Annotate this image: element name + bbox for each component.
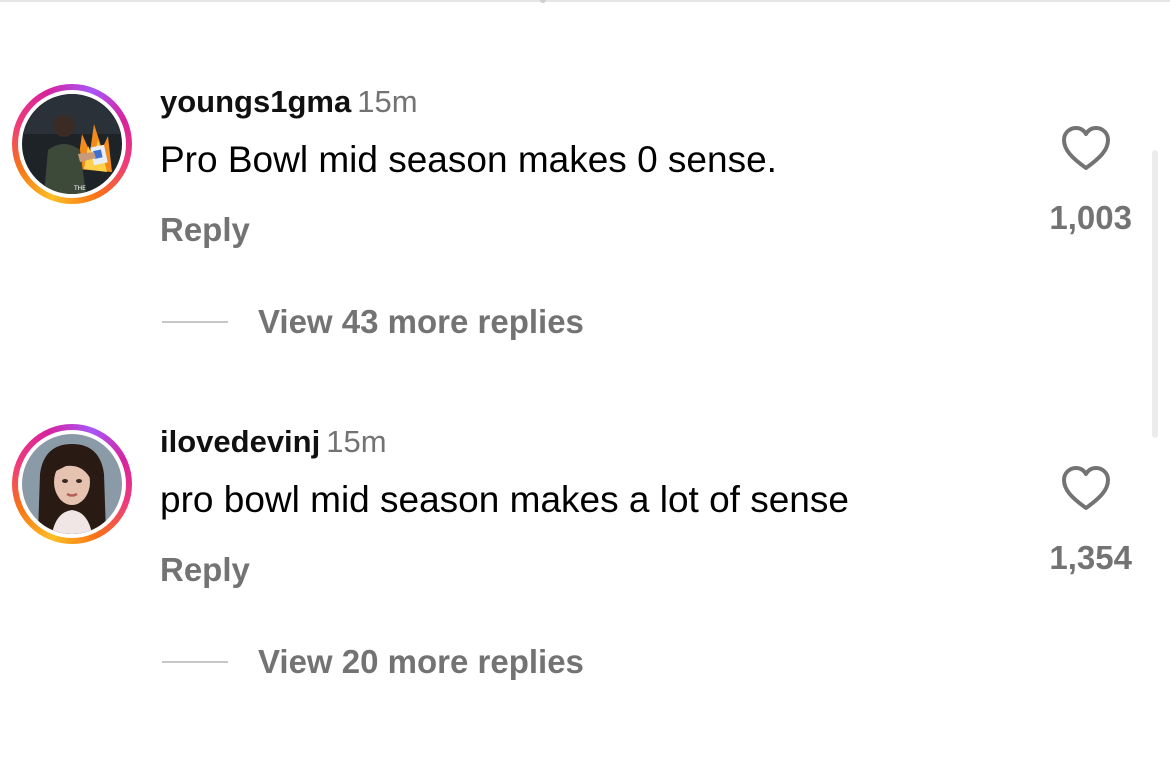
view-more-replies-button[interactable]: View 43 more replies (162, 300, 584, 344)
comment-text: Pro Bowl mid season makes 0 sense. (160, 139, 777, 180)
avatar-image-icon (22, 434, 122, 534)
reply-button[interactable]: Reply (160, 548, 250, 592)
story-ring[interactable]: THE (12, 84, 132, 204)
avatar[interactable] (22, 434, 122, 534)
comment-item: ilovedevinj 15m pro bowl mid season makes… (0, 340, 1170, 680)
like-count: 1,003 (1049, 199, 1132, 236)
username[interactable]: ilovedevinj (160, 424, 320, 459)
avatar[interactable]: THE (22, 94, 122, 194)
timestamp: 15m (326, 424, 387, 459)
comment-item: THE youngs1gma 15m Pro Bowl mid season ma… (0, 0, 1170, 340)
view-more-replies-label: View 20 more replies (258, 643, 584, 680)
like-count: 1,354 (1049, 539, 1132, 576)
avatar-image-icon: THE (22, 94, 122, 194)
thread-line (162, 661, 228, 663)
story-ring[interactable] (12, 424, 132, 544)
comment-text: pro bowl mid season makes a lot of sense (160, 479, 849, 520)
view-more-replies-label: View 43 more replies (258, 303, 584, 340)
reply-button[interactable]: Reply (160, 208, 250, 252)
view-more-replies-button[interactable]: View 20 more replies (162, 640, 584, 684)
svg-text:THE: THE (73, 185, 86, 192)
heart-icon[interactable] (1060, 124, 1112, 172)
comment-header: ilovedevinj 15m (160, 422, 387, 462)
timestamp: 15m (357, 84, 418, 119)
thread-line (162, 321, 228, 323)
comment-header: youngs1gma 15m (160, 82, 418, 122)
username[interactable]: youngs1gma (160, 84, 351, 119)
heart-icon[interactable] (1060, 464, 1112, 512)
